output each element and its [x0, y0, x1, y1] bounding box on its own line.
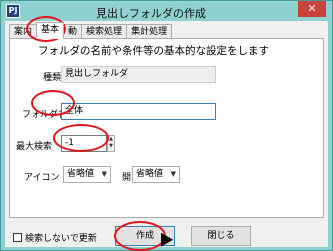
- icon-closed-select[interactable]: 省略値 ▼: [63, 166, 111, 183]
- dialog-window: PJ 見出しフォルダの作成 ✕ 案内 基本 動 検索処理 集計処理 フォルダの名…: [0, 0, 333, 251]
- chevron-down-icon: ▼: [170, 170, 176, 178]
- tab-action[interactable]: 動: [63, 24, 83, 39]
- tab-guide[interactable]: 案内: [9, 24, 38, 39]
- tab-panel-basic: フォルダの名前や条件等の基本的な設定をします 種類 見出しフォルダ フォルダ名 …: [9, 38, 324, 218]
- close-button[interactable]: 閉じる: [191, 226, 251, 246]
- window-title: 見出しフォルダの作成: [96, 7, 206, 20]
- panel-description: フォルダの名前や条件等の基本的な設定をします: [38, 45, 269, 57]
- title-bar[interactable]: PJ 見出しフォルダの作成 ✕: [1, 1, 332, 21]
- tab-aggregate[interactable]: 集計処理: [126, 24, 173, 39]
- chevron-down-icon: ▼: [101, 170, 107, 178]
- icon-open-label: 開: [122, 173, 132, 183]
- tab-basic[interactable]: 基本: [36, 22, 65, 39]
- icon-open-value: 省略値: [136, 169, 164, 179]
- type-field: 見出しフォルダ: [61, 66, 216, 83]
- skip-search-label: 検索しないで更新: [25, 234, 97, 244]
- spin-down-icon[interactable]: ▼: [108, 143, 114, 150]
- tab-search[interactable]: 検索処理: [81, 24, 128, 39]
- checkbox-box[interactable]: [13, 233, 22, 242]
- max-search-input[interactable]: -1: [61, 135, 107, 152]
- close-window-button[interactable]: ✕: [298, 1, 326, 17]
- folder-name-input[interactable]: 全体: [61, 103, 216, 120]
- spin-up-icon[interactable]: ▲: [108, 136, 114, 143]
- max-search-spinner[interactable]: ▲ ▼: [107, 135, 115, 152]
- icon-open-select[interactable]: 省略値 ▼: [132, 166, 180, 183]
- type-label: 種類: [43, 73, 62, 83]
- tab-bar: 案内 基本 動 検索処理 集計処理: [9, 22, 173, 39]
- skip-search-checkbox[interactable]: 検索しないで更新: [13, 231, 97, 244]
- icon-closed-value: 省略値: [67, 169, 95, 179]
- max-search-label: 最大検索: [16, 142, 53, 152]
- dialog-client-area: 案内 基本 動 検索処理 集計処理 フォルダの名前や条件等の基本的な設定をします…: [5, 21, 328, 247]
